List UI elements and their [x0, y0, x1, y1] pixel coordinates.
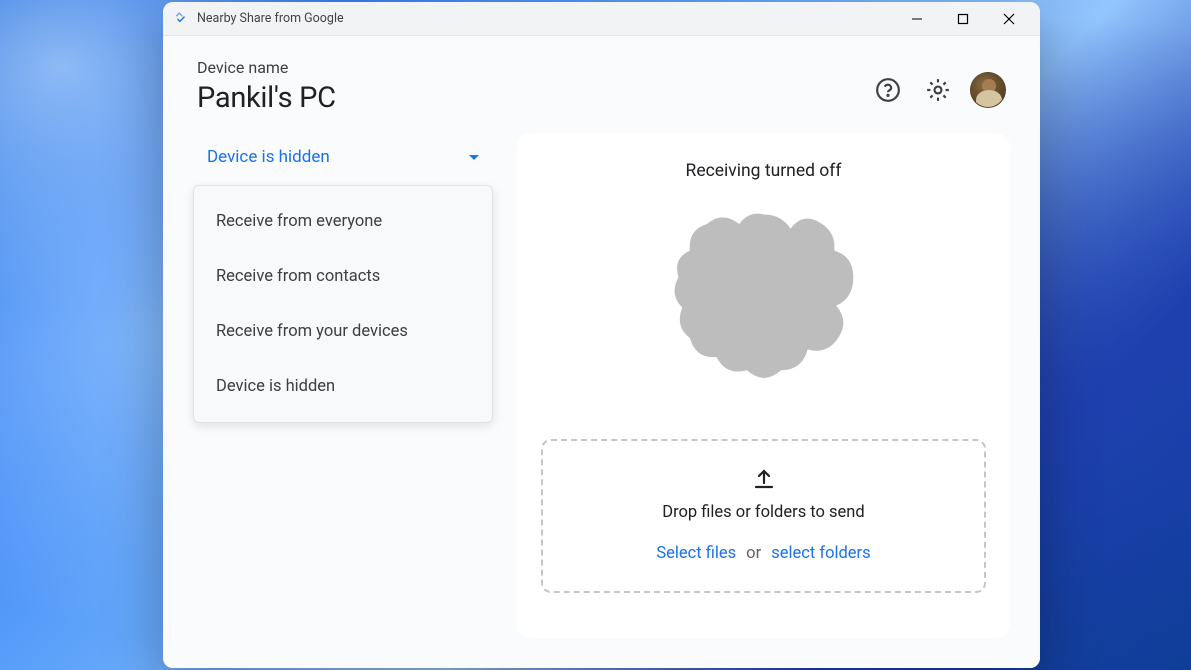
- drop-actions: Select files or select folders: [656, 544, 870, 563]
- drop-or-text: or: [746, 544, 761, 563]
- app-body: Device name Pankil's PC: [163, 36, 1040, 668]
- chevron-down-icon: [469, 155, 479, 160]
- app-icon: [173, 11, 189, 27]
- help-icon: [875, 77, 901, 103]
- select-files-link[interactable]: Select files: [656, 544, 736, 563]
- visibility-option-everyone[interactable]: Receive from everyone: [194, 194, 492, 249]
- account-avatar[interactable]: [970, 72, 1006, 108]
- main-content: Device is hidden Receive from everyone R…: [163, 125, 1040, 668]
- receive-status: Receiving turned off: [686, 161, 842, 181]
- minimize-button[interactable]: [894, 3, 940, 35]
- upload-icon: [752, 467, 776, 495]
- header-actions: [870, 58, 1006, 108]
- visibility-dropdown-menu: Receive from everyone Receive from conta…: [193, 185, 493, 423]
- close-button[interactable]: [986, 3, 1032, 35]
- gear-icon: [925, 77, 951, 103]
- drop-zone[interactable]: Drop files or folders to send Select fil…: [541, 439, 986, 593]
- app-window: Nearby Share from Google Device name Pan…: [163, 2, 1040, 668]
- visibility-option-contacts[interactable]: Receive from contacts: [194, 249, 492, 304]
- receive-panel: Receiving turned off Drop files or folde…: [517, 133, 1010, 638]
- window-controls: [894, 3, 1032, 35]
- maximize-button[interactable]: [940, 3, 986, 35]
- device-name-label: Device name: [197, 58, 870, 77]
- header: Device name Pankil's PC: [163, 36, 1040, 125]
- drop-instructions: Drop files or folders to send: [662, 503, 864, 522]
- visibility-option-hidden[interactable]: Device is hidden: [194, 359, 492, 414]
- device-block: Device name Pankil's PC: [197, 58, 870, 115]
- settings-button[interactable]: [920, 72, 956, 108]
- help-button[interactable]: [870, 72, 906, 108]
- visibility-panel: Device is hidden Receive from everyone R…: [193, 133, 493, 638]
- titlebar: Nearby Share from Google: [163, 2, 1040, 36]
- select-folders-link[interactable]: select folders: [771, 544, 870, 563]
- visibility-selected: Device is hidden: [207, 147, 469, 167]
- receive-placeholder-graphic: [669, 205, 859, 395]
- visibility-dropdown-trigger[interactable]: Device is hidden: [193, 133, 493, 181]
- window-title: Nearby Share from Google: [197, 11, 894, 26]
- device-name-value: Pankil's PC: [197, 81, 870, 115]
- visibility-option-your-devices[interactable]: Receive from your devices: [194, 304, 492, 359]
